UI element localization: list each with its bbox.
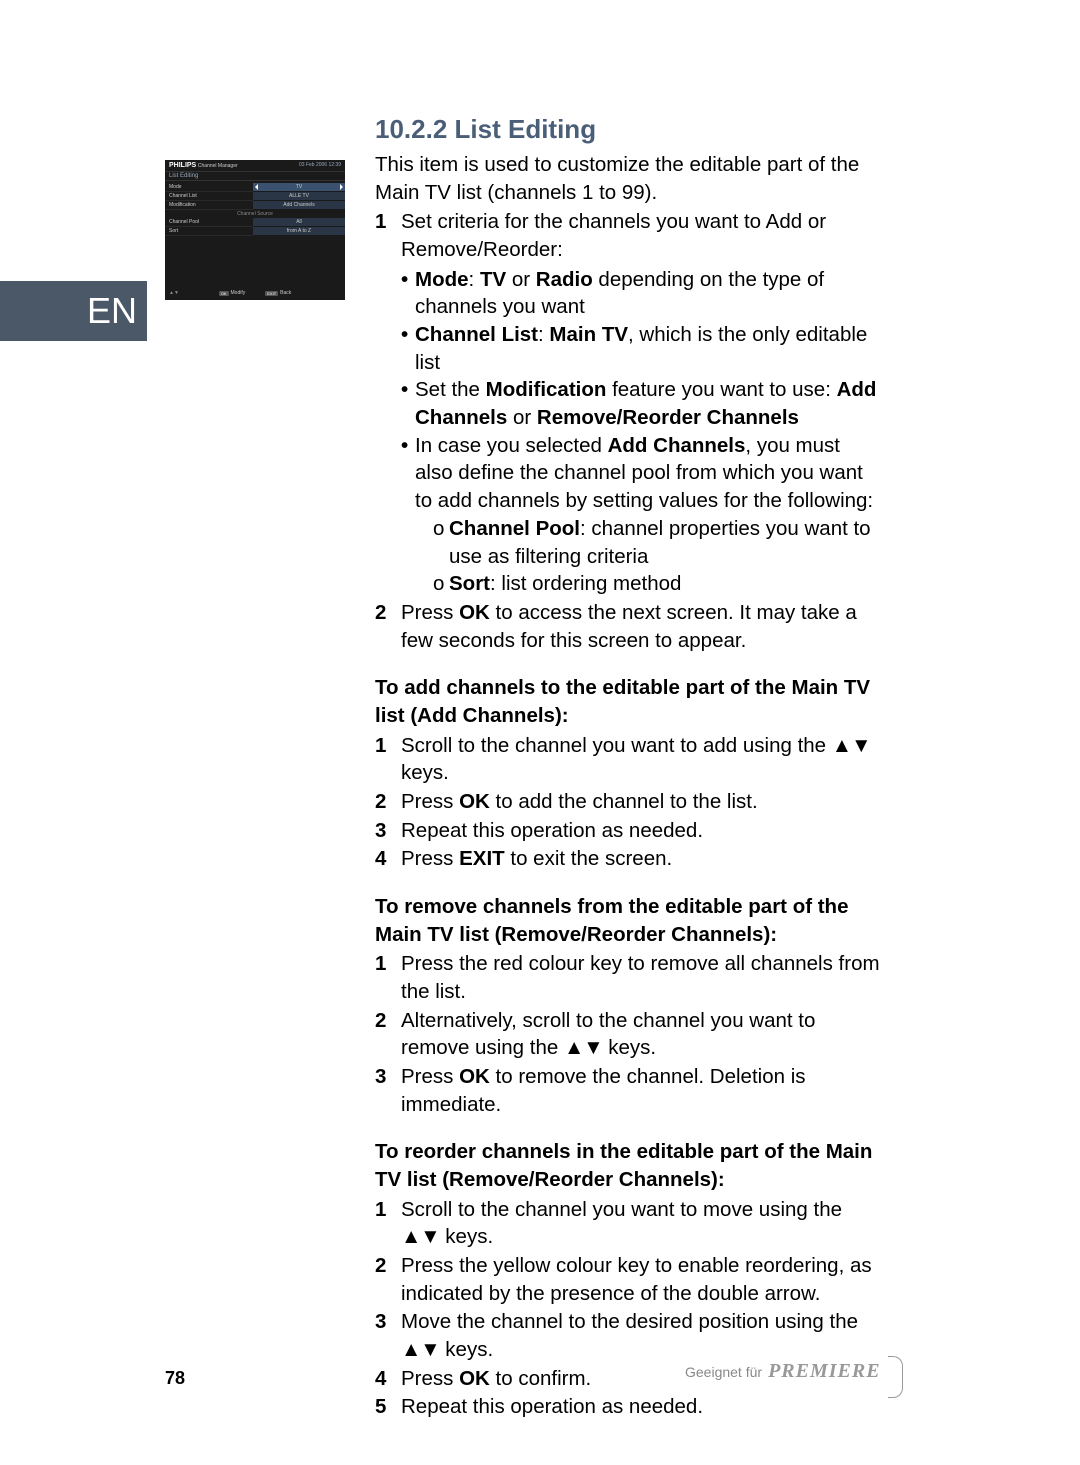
ss-row-label: Channel List: [165, 192, 253, 201]
ss-footer-key: OK Modify: [219, 290, 246, 296]
bullet-item: Mode: TV or Radio depending on the type …: [401, 266, 880, 321]
ss-row-value: TV: [253, 183, 345, 192]
bullet-item: Channel List: Main TV, which is the only…: [401, 321, 880, 376]
language-tab: EN: [0, 281, 147, 341]
premiere-logo: PREMIERE: [768, 1360, 880, 1383]
step-item: 2 Press the yellow colour key to enable …: [375, 1252, 880, 1307]
step-item: 4 Press EXIT to exit the screen.: [375, 845, 880, 873]
arrow-keys-icon: ▲▼: [564, 1034, 603, 1062]
step-item: 3 Move the channel to the desired positi…: [375, 1308, 880, 1363]
arrow-keys-icon: ▲▼: [401, 1223, 440, 1251]
ss-row-label: Mode: [165, 183, 253, 192]
ss-row-label: Channel Pool: [165, 218, 253, 227]
step-item: 1 Scroll to the channel you want to add …: [375, 732, 880, 787]
subbullet-item: Channel Pool: channel properties you wan…: [433, 515, 880, 570]
step-item: 3 Press OK to remove the channel. Deleti…: [375, 1063, 880, 1118]
bullet-item: Set the Modification feature you want to…: [401, 376, 880, 431]
bullet-item: In case you selected Add Channels, you m…: [401, 432, 880, 598]
page-number: 78: [165, 1368, 185, 1389]
ss-footer-key: EXIT Back: [265, 290, 291, 296]
ss-header-sub: Channel Manager: [198, 163, 238, 169]
subsection-heading: To remove channels from the editable par…: [375, 893, 880, 948]
ss-row-value: from A to Z: [253, 227, 345, 236]
subsection-heading: To reorder channels in the editable part…: [375, 1138, 880, 1193]
ss-datetime: 03 Feb 2006 12:39: [299, 162, 341, 169]
ss-footer: ▲▼ OK Modify EXIT Back: [165, 288, 345, 298]
body-content: 10.2.2 List Editing This item is used to…: [375, 112, 880, 1422]
ss-row-label: Sort: [165, 227, 253, 236]
ss-brand: PHILIPS: [169, 162, 196, 169]
step-item: 1 Press the red colour key to remove all…: [375, 950, 880, 1005]
ss-footer-arrows: ▲▼: [169, 290, 179, 296]
footer-branding: Geeignet für PREMIERE: [685, 1360, 885, 1396]
subbullet-item: Sort: list ordering method: [433, 570, 880, 598]
ss-row-value: Add Channels: [253, 201, 345, 210]
tv-screenshot: PHILIPS Channel Manager 03 Feb 2006 12:3…: [165, 160, 345, 300]
step-item: 3 Repeat this operation as needed.: [375, 817, 880, 845]
step-item: 5 Repeat this operation as needed.: [375, 1393, 880, 1421]
intro-text: This item is used to customize the edita…: [375, 151, 880, 206]
step-item: 2 Press OK to add the channel to the lis…: [375, 788, 880, 816]
footer-text: Geeignet für: [685, 1364, 762, 1380]
subsection-heading: To add channels to the editable part of …: [375, 674, 880, 729]
ss-row-label: Modification: [165, 201, 253, 210]
step-item: 1 Scroll to the channel you want to move…: [375, 1196, 880, 1251]
section-heading: 10.2.2 List Editing: [375, 112, 880, 147]
arrow-keys-icon: ▲▼: [832, 732, 871, 760]
step-item: 1 Set criteria for the channels you want…: [375, 208, 880, 597]
ss-section-header: Channel Source: [165, 210, 345, 218]
ss-row-value: All: [253, 218, 345, 227]
ss-row-value: ALLE TV: [253, 192, 345, 201]
step-item: 2 Press OK to access the next screen. It…: [375, 599, 880, 654]
arrow-keys-icon: ▲▼: [401, 1336, 440, 1364]
bracket-decoration: [888, 1356, 903, 1398]
ss-title: List Editing: [165, 172, 345, 181]
step-item: 2 Alternatively, scroll to the channel y…: [375, 1007, 880, 1062]
